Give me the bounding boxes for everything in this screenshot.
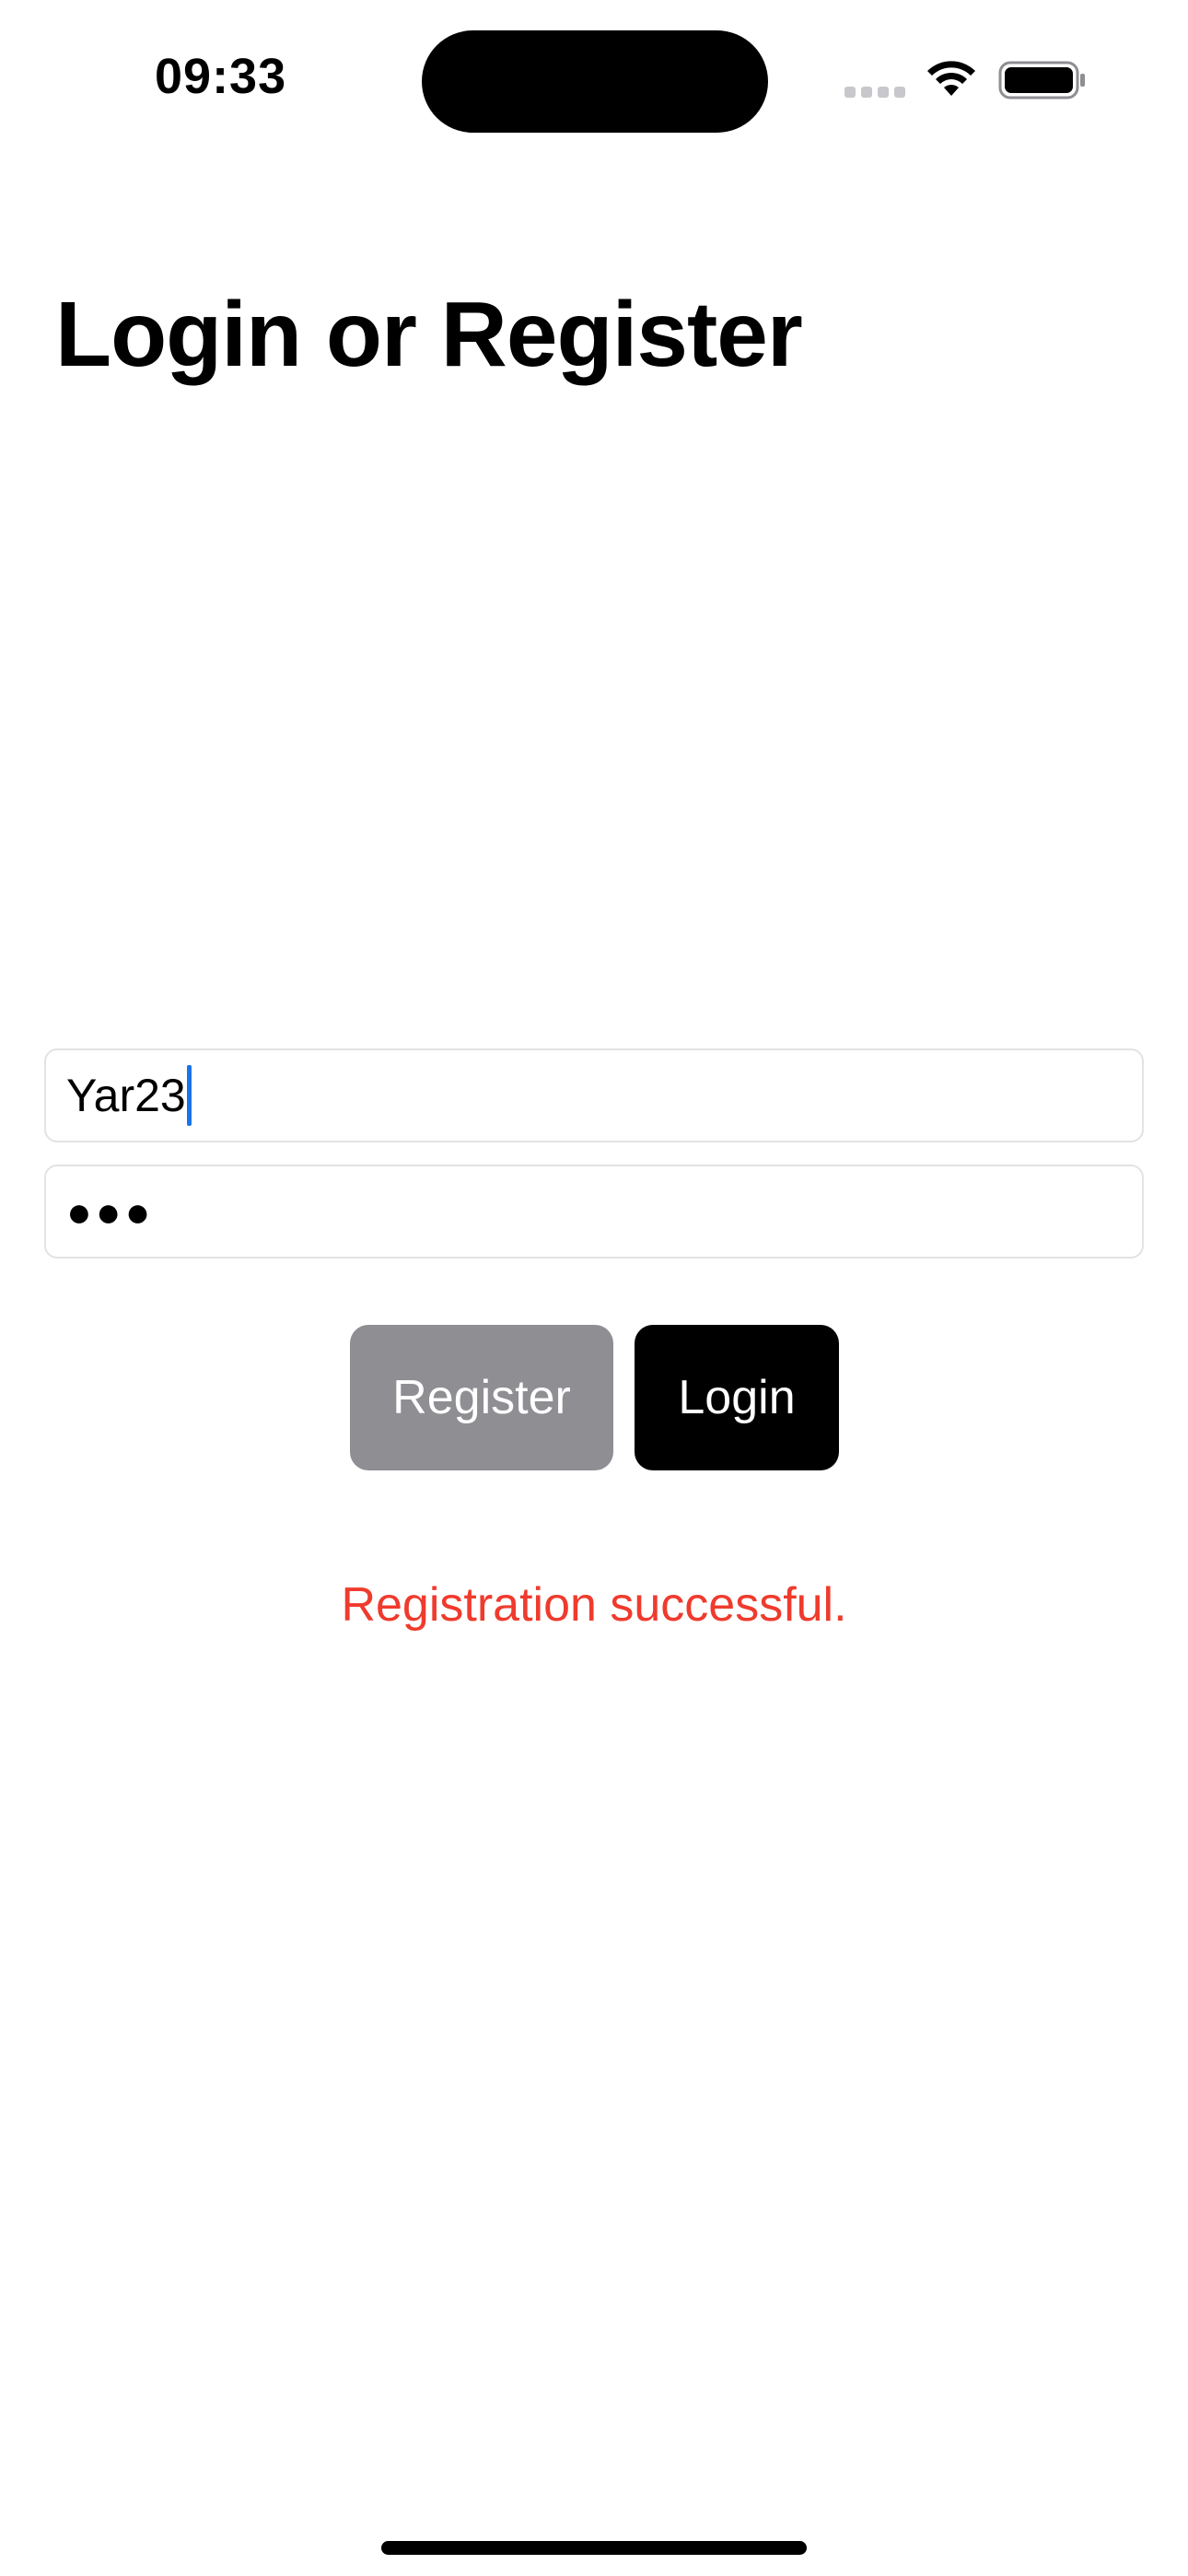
status-message: Registration successful.: [341, 1578, 847, 1632]
login-button[interactable]: Login: [635, 1325, 839, 1470]
username-value: Yar23: [66, 1070, 186, 1121]
text-cursor: [186, 1065, 192, 1126]
dynamic-island: [422, 30, 768, 133]
page-title: Login or Register: [55, 283, 803, 386]
cellular-signal-icon: [844, 87, 905, 98]
status-time: 09:33: [155, 49, 287, 104]
password-masked-value: ●●●: [66, 1188, 155, 1235]
battery-icon: [998, 61, 1085, 100]
wifi-icon: [927, 61, 975, 96]
username-field[interactable]: Yar23: [44, 1048, 1144, 1142]
register-button[interactable]: Register: [350, 1325, 613, 1470]
login-screen: 09:33 Login or Register Yar23 ●●● Regist…: [0, 0, 1188, 2576]
home-indicator[interactable]: [381, 2541, 807, 2555]
password-field[interactable]: ●●●: [44, 1165, 1144, 1259]
